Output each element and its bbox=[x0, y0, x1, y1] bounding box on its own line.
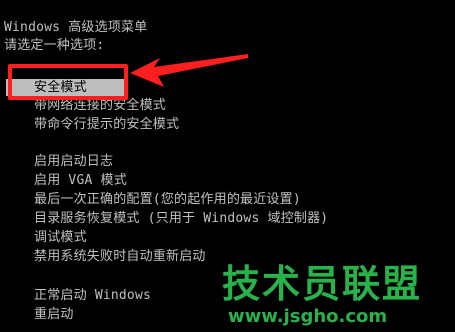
menu-item-last-known-good[interactable]: 最后一次正确的配置(您的起作用的最近设置) bbox=[34, 192, 301, 208]
menu-item-boot-logging[interactable]: 启用启动日志 bbox=[34, 154, 113, 170]
menu-title: Windows 高级选项菜单 bbox=[4, 20, 148, 35]
menu-item-safe-mode-networking[interactable]: 带网络连接的安全模式 bbox=[34, 98, 166, 114]
menu-item-vga-mode[interactable]: 启用 VGA 模式 bbox=[34, 173, 127, 189]
annotation-arrow-icon bbox=[130, 54, 248, 87]
watermark: 技术员联盟 www.jsgho.com bbox=[222, 262, 432, 332]
menu-item-reboot[interactable]: 重启动 bbox=[34, 307, 74, 323]
menu-item-debugging-mode[interactable]: 调试模式 bbox=[34, 230, 87, 246]
watermark-title: 技术员联盟 bbox=[222, 262, 423, 306]
menu-item-safe-mode-command-prompt[interactable]: 带命令行提示的安全模式 bbox=[34, 117, 179, 133]
menu-item-disable-auto-restart[interactable]: 禁用系统失败时自动重新启动 bbox=[34, 249, 206, 265]
boot-options-screen: Windows 高级选项菜单 请选定一种选项: 安全模式 带网络连接的安全模式 … bbox=[0, 0, 455, 332]
menu-item-start-normally[interactable]: 正常启动 Windows bbox=[34, 288, 151, 304]
menu-prompt: 请选定一种选项: bbox=[4, 38, 105, 53]
watermark-url: www.jsgho.com bbox=[228, 306, 388, 327]
annotation-highlight-box bbox=[8, 64, 128, 100]
menu-item-directory-services-restore[interactable]: 目录服务恢复模式 (只用于 Windows 域控制器) bbox=[34, 211, 328, 227]
